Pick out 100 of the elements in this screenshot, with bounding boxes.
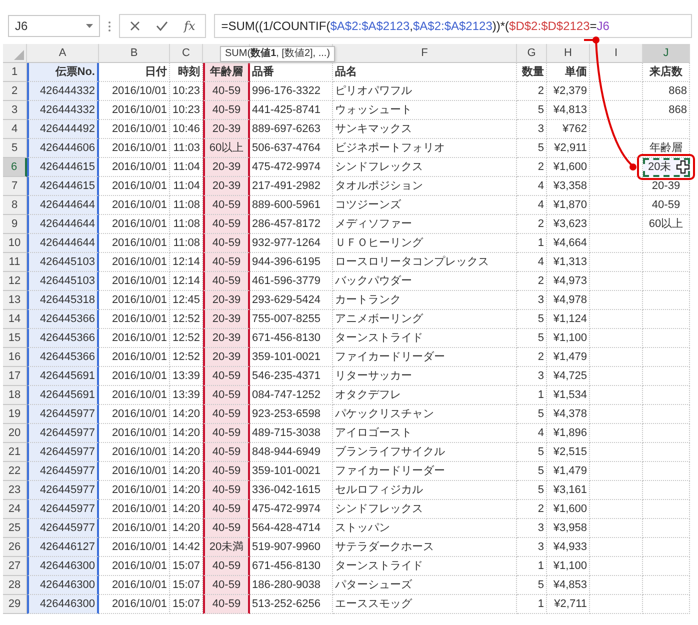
table-cell: エーススモッグ (333, 595, 517, 614)
table-cell: 20-39 (203, 120, 250, 139)
table-cell: 40-59 (203, 367, 250, 386)
table-cell: 12:52 (170, 310, 203, 329)
table-cell: 40-59 (203, 481, 250, 500)
table-cell: ¥3,623 (547, 215, 590, 234)
table-cell: ¥4,725 (547, 367, 590, 386)
table-cell: 60以上 (643, 215, 690, 234)
formula-part: $A$2:$A$2123 (412, 19, 492, 33)
table-cell: 14:20 (170, 519, 203, 538)
table-cell: 14:20 (170, 481, 203, 500)
table-cell: ¥1,600 (547, 500, 590, 519)
table-cell: 426445977 (27, 481, 99, 500)
table-cell: 40-59 (203, 443, 250, 462)
table-cell: 2016/10/01 (99, 196, 170, 215)
table-cell: 2016/10/01 (99, 272, 170, 291)
table-cell: 3 (517, 367, 547, 386)
table-cell: 426445366 (27, 310, 99, 329)
table-cell: ¥1,100 (547, 329, 590, 348)
table-cell: 889-697-6263 (250, 120, 333, 139)
table-cell: 40-59 (203, 215, 250, 234)
table-cell: 40-59 (203, 557, 250, 576)
table-cell: アニメボーリング (333, 310, 517, 329)
table-cell: 1 (517, 234, 547, 253)
table-cell: 2016/10/01 (99, 538, 170, 557)
table-cell: 2016/10/01 (99, 500, 170, 519)
table-cell: 2016/10/01 (99, 310, 170, 329)
table-cell: 848-944-6949 (250, 443, 333, 462)
table-cell: 20-39 (203, 177, 250, 196)
table-cell: 日付 (99, 63, 170, 82)
table-cell: 品名 (333, 63, 517, 82)
table-cell: 426445318 (27, 291, 99, 310)
table-cell: 5 (517, 481, 547, 500)
table-cell: 546-235-4371 (250, 367, 333, 386)
table-cell: 40-59 (203, 595, 250, 614)
table-cell: 1 (517, 595, 547, 614)
table-cell: 来店数 (643, 63, 690, 82)
table-cell: 5 (517, 576, 547, 595)
table-cell: 426445977 (27, 462, 99, 481)
table-cell: 426445691 (27, 367, 99, 386)
table-cell: 5 (517, 139, 547, 158)
table-cell: 2016/10/01 (99, 424, 170, 443)
table-cell: ¥1,313 (547, 253, 590, 272)
table-cell: 2 (517, 500, 547, 519)
table-cell: シンドフレックス (333, 500, 517, 519)
table-cell: セルロフィジカル (333, 481, 517, 500)
table-cell: 2 (517, 348, 547, 367)
table-cell: 時刻 (170, 63, 203, 82)
table-cell: 441-425-8741 (250, 101, 333, 120)
table-cell: 2016/10/01 (99, 481, 170, 500)
table-cell: 2016/10/01 (99, 405, 170, 424)
table-cell: 426444332 (27, 82, 99, 101)
table-cell: 品番 (250, 63, 333, 82)
table-cell: メディソファー (333, 215, 517, 234)
table-cell: ¥1,124 (547, 310, 590, 329)
table-cell: ¥1,870 (547, 196, 590, 215)
table-cell: 084-747-1252 (250, 386, 333, 405)
table-cell: 13:39 (170, 386, 203, 405)
formula-part: $A$2:$A$2123 (330, 19, 410, 33)
table-cell: 2016/10/01 (99, 139, 170, 158)
table-cell: 数量 (517, 63, 547, 82)
table-cell: 3 (517, 291, 547, 310)
table-cell: 12:14 (170, 272, 203, 291)
table-cell: 伝票No. (27, 63, 99, 82)
table-cell: 5 (517, 329, 547, 348)
table-cell: パターシューズ (333, 576, 517, 595)
table-cell: 2016/10/01 (99, 576, 170, 595)
table-cell: ¥2,379 (547, 82, 590, 101)
table-cell: 461-596-3779 (250, 272, 333, 291)
table-cell: 20-39 (203, 329, 250, 348)
table-cell: 1 (517, 386, 547, 405)
table-cell: 2016/10/01 (99, 215, 170, 234)
table-cell: 40-59 (203, 82, 250, 101)
table-cell: 11:03 (170, 139, 203, 158)
table-cell: 2016/10/01 (99, 253, 170, 272)
table-cell: 475-472-9974 (250, 158, 333, 177)
table-cell: 2016/10/01 (99, 519, 170, 538)
table-cell: 426446300 (27, 576, 99, 595)
table-cell: 40-59 (203, 405, 250, 424)
table-cell: ¥2,911 (547, 139, 590, 158)
table-cell: 12:52 (170, 329, 203, 348)
table-cell: 2016/10/01 (99, 595, 170, 614)
function-tooltip: SUM(数値1, [数値2], ...) (220, 46, 336, 62)
table-cell: 889-600-5961 (250, 196, 333, 215)
table-cell: ファイカードリーダー (333, 462, 517, 481)
table-cell: 14:20 (170, 424, 203, 443)
table-cell: 426445103 (27, 253, 99, 272)
table-cell: ¥4,853 (547, 576, 590, 595)
table-cell: 2016/10/01 (99, 348, 170, 367)
table-cell: 426446127 (27, 538, 99, 557)
table-cell: 426445977 (27, 519, 99, 538)
formula-part: ))*( (492, 19, 510, 33)
table-cell: コツジーンズ (333, 196, 517, 215)
table-cell: ¥1,534 (547, 386, 590, 405)
table-cell: ¥1,100 (547, 557, 590, 576)
table-cell: ¥4,933 (547, 538, 590, 557)
table-cell: 20-39 (203, 291, 250, 310)
table-cell: 426444644 (27, 234, 99, 253)
table-cell: 426446300 (27, 557, 99, 576)
table-cell: ¥4,664 (547, 234, 590, 253)
